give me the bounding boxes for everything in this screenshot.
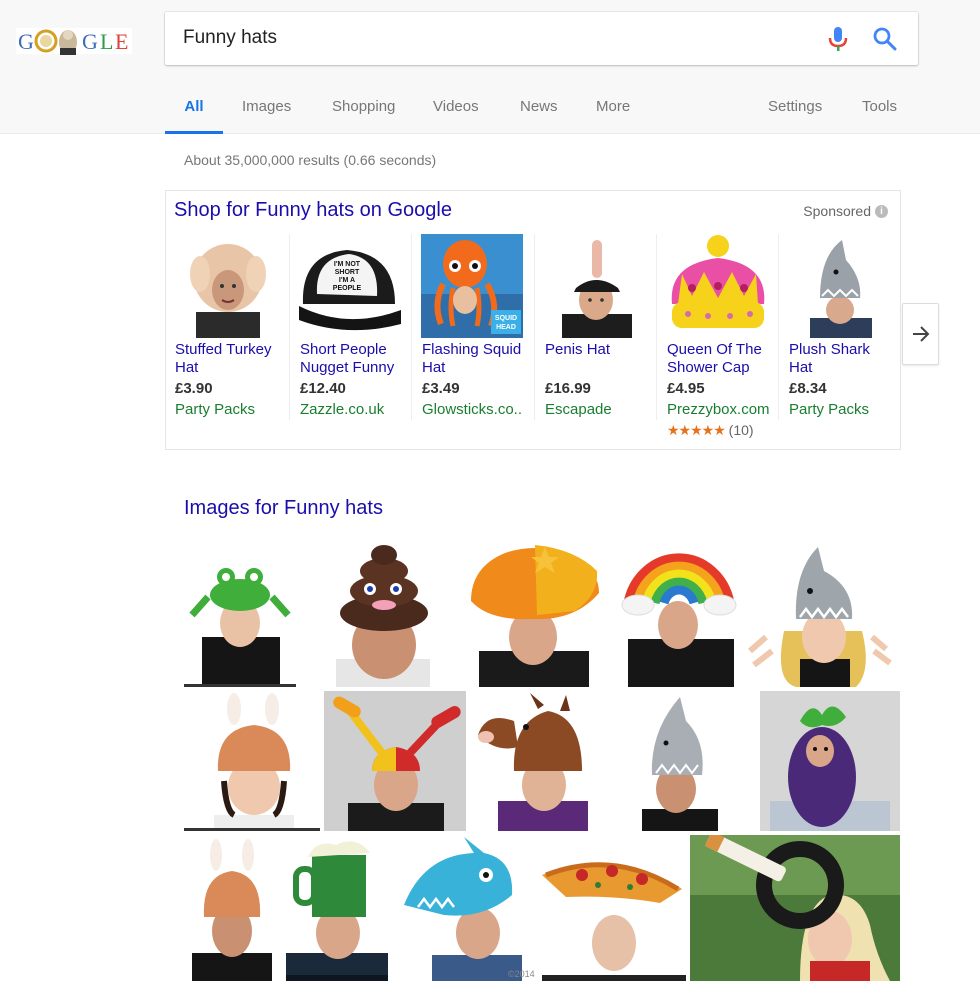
- product-image-novelty-hat[interactable]: [536, 234, 646, 338]
- image-result-poop-hat[interactable]: [320, 541, 446, 687]
- product-store: Zazzle.co.uk: [300, 401, 385, 418]
- svg-text:I'M NOT: I'M NOT: [334, 261, 361, 268]
- svg-text:G: G: [18, 29, 34, 54]
- product-price: £16.99: [545, 380, 591, 397]
- svg-text:PEOPLE: PEOPLE: [333, 285, 362, 292]
- product-divider: [411, 234, 412, 420]
- tab-videos[interactable]: Videos: [433, 86, 479, 134]
- tab-shopping[interactable]: Shopping: [332, 86, 395, 134]
- shopping-ads-box: Shop for Funny hats on Google Sponsored …: [165, 190, 901, 450]
- tab-news[interactable]: News: [520, 86, 558, 134]
- arrow-right-icon: [912, 326, 929, 342]
- product-card-novelty-hat[interactable]: Penis Hat £16.99 Escapade: [536, 234, 656, 444]
- product-price: £12.40: [300, 380, 346, 397]
- image-result-frog-hat[interactable]: [184, 541, 296, 687]
- product-name[interactable]: Plush Shark Hat: [789, 341, 897, 377]
- product-store: Escapade: [545, 401, 612, 418]
- product-card-turkey[interactable]: Stuffed Turkey Hat £3.90 Party Packs: [166, 234, 286, 444]
- svg-text:SQUID: SQUID: [495, 315, 517, 322]
- product-card-squid[interactable]: SQUID HEAD Flashing Squid Hat £3.49 Glow…: [413, 234, 533, 444]
- tab-images[interactable]: Images: [242, 86, 291, 134]
- google-doodle-logo[interactable]: G G L E: [16, 24, 132, 58]
- header-bar: G G L E All Images: [0, 0, 980, 134]
- product-name[interactable]: Flashing Squid Hat: [422, 341, 530, 377]
- product-store: Party Packs: [175, 401, 256, 418]
- image-result-shark-hat[interactable]: [744, 541, 900, 687]
- svg-text:E: E: [115, 29, 128, 54]
- product-store: Prezzybox.com: [667, 401, 770, 418]
- product-image-turkey[interactable]: [166, 234, 276, 338]
- carousel-next-button[interactable]: [902, 303, 939, 365]
- svg-text:L: L: [100, 29, 113, 54]
- product-divider: [534, 234, 535, 420]
- product-divider: [656, 234, 657, 420]
- product-price: £3.90: [175, 380, 213, 397]
- tab-tools[interactable]: Tools: [862, 86, 897, 134]
- image-result-pizza-hat[interactable]: [542, 835, 686, 981]
- product-image-crown-cap[interactable]: [658, 234, 768, 338]
- product-price: £3.49: [422, 380, 460, 397]
- info-icon[interactable]: i: [875, 204, 888, 218]
- images-section-title[interactable]: Images for Funny hats: [184, 497, 383, 520]
- product-divider: [289, 234, 290, 420]
- image-result-shark-hat-3[interactable]: ©2014: [404, 835, 540, 981]
- product-store: Party Packs: [789, 401, 870, 418]
- image-result-cowboy-hat[interactable]: [465, 541, 605, 687]
- image-result-ashtray-hat[interactable]: [690, 835, 900, 981]
- product-name[interactable]: Penis Hat: [545, 341, 653, 359]
- search-box[interactable]: [165, 12, 918, 65]
- image-result-beer-mug-hat[interactable]: [286, 835, 388, 981]
- tab-more[interactable]: More: [596, 86, 630, 134]
- image-result-turkey-hat-2[interactable]: [184, 835, 278, 981]
- product-card-crown-cap[interactable]: Queen Of The Shower Cap £4.95 Prezzybox.…: [658, 234, 778, 444]
- shopping-title[interactable]: Shop for Funny hats on Google: [174, 199, 452, 222]
- svg-text:G: G: [82, 29, 98, 54]
- microphone-icon[interactable]: [827, 26, 849, 52]
- rating-stars: ★★★★★: [667, 422, 726, 438]
- tab-settings[interactable]: Settings: [768, 86, 822, 134]
- product-card-shark-hat[interactable]: Plush Shark Hat £8.34 Party Packs: [780, 234, 900, 444]
- svg-text:HEAD: HEAD: [496, 324, 516, 331]
- product-image-shark-hat[interactable]: [780, 234, 890, 338]
- rating-count: (10): [728, 422, 754, 438]
- product-price: £8.34: [789, 380, 827, 397]
- image-result-turkey-hat[interactable]: [184, 691, 320, 831]
- product-image-trucker[interactable]: I'M NOT SHORT I'M A PEOPLE: [291, 234, 401, 338]
- product-name[interactable]: Queen Of The Shower Cap: [667, 341, 775, 377]
- product-divider: [778, 234, 779, 420]
- search-icon[interactable]: [871, 25, 899, 53]
- sponsored-text: Sponsored: [803, 203, 871, 219]
- image-result-eggplant-hat[interactable]: [760, 691, 900, 831]
- product-rating: ★★★★★ (10): [667, 422, 754, 439]
- tab-all[interactable]: All: [165, 86, 223, 134]
- product-price: £4.95: [667, 380, 705, 397]
- svg-text:I'M A: I'M A: [339, 277, 355, 284]
- search-input[interactable]: [183, 22, 803, 54]
- product-store: Glowsticks.co..: [422, 401, 523, 418]
- image-result-shark-hat-2[interactable]: [634, 691, 724, 831]
- product-image-squid[interactable]: SQUID HEAD: [413, 234, 523, 338]
- product-name[interactable]: Short People Nugget Funny: [300, 341, 408, 377]
- image-result-jester-hat[interactable]: [324, 691, 466, 831]
- result-stats: About 35,000,000 results (0.66 seconds): [184, 152, 437, 168]
- product-name[interactable]: Stuffed Turkey Hat: [175, 341, 283, 377]
- image-watermark: ©2014: [508, 969, 535, 979]
- image-result-horse-hat[interactable]: [478, 691, 604, 831]
- sponsored-label: Sponsored i: [803, 203, 888, 219]
- product-card-trucker[interactable]: I'M NOT SHORT I'M A PEOPLE Short People …: [291, 234, 411, 444]
- image-result-rainbow-hat[interactable]: [620, 541, 738, 687]
- svg-text:SHORT: SHORT: [335, 269, 360, 276]
